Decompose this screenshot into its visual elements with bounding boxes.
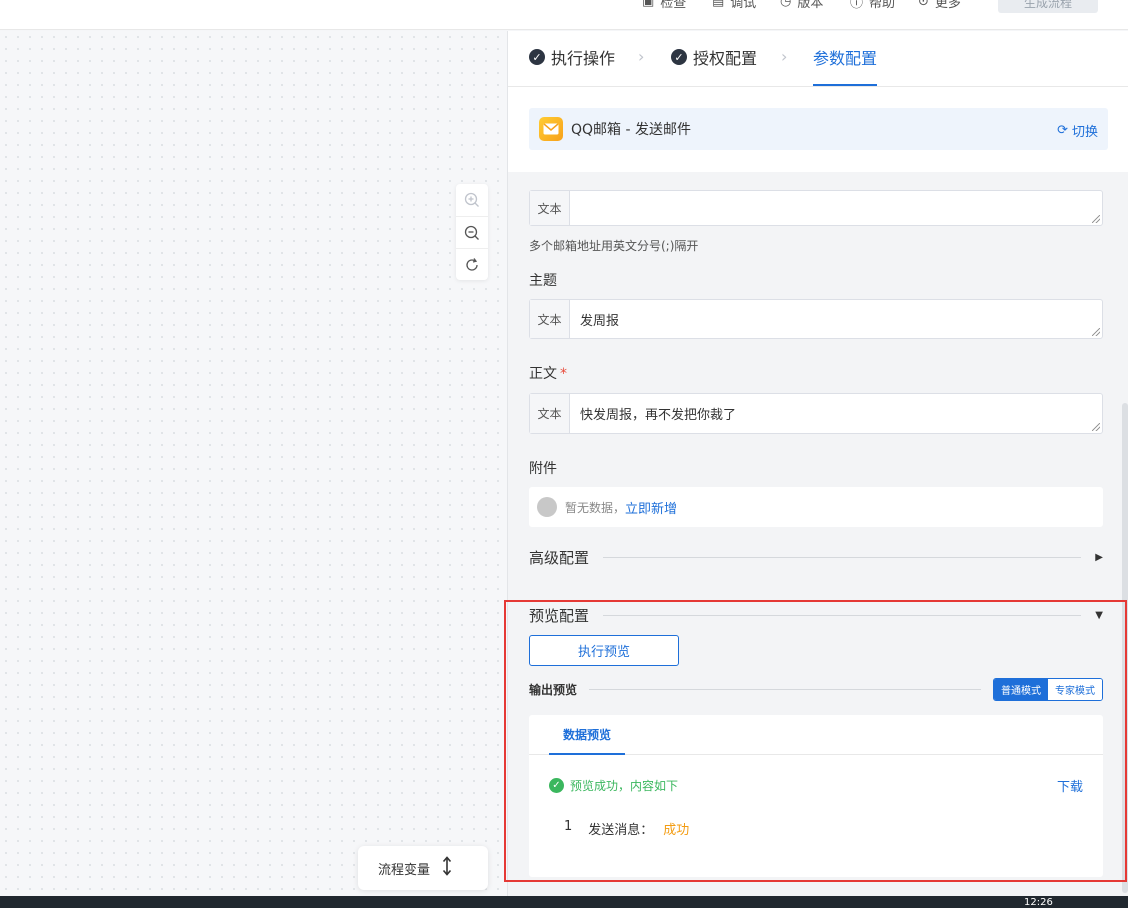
chevron-right-icon: › [781,47,788,66]
os-taskbar: 12:26 [0,896,1128,908]
resize-vertical-icon [442,856,452,880]
switch-app-button[interactable]: ⟳ 切换 [1057,121,1098,140]
divider [603,557,1082,558]
body-field[interactable]: 文本 快发周报，再不发把你裁了 [529,393,1103,434]
top-toolbar: ▣ 检查 ▤ 调试 ◷ 版本 ⓘ 帮助 ⊙ 更多 生成流程 [0,0,1128,30]
app-card: QQ邮箱 - 发送邮件 ⟳ 切换 [529,108,1108,150]
help-icon: ⓘ [850,0,864,11]
recipient-field[interactable]: 文本 [529,190,1103,226]
type-tag: 文本 [530,300,570,338]
advanced-config-toggle[interactable]: 高级配置 ▶ [529,547,1103,568]
step-params[interactable]: 参数配置 [813,45,877,69]
flow-variables-button[interactable]: 流程变量 [358,846,488,890]
refresh-icon: ⟳ [1057,123,1068,138]
app-section: QQ邮箱 - 发送邮件 ⟳ 切换 [508,87,1128,172]
step-auth[interactable]: ✓ 授权配置 [671,45,757,69]
zoom-in-icon[interactable] [456,184,488,216]
zoom-out-icon[interactable] [456,216,488,248]
annotation-highlight-box [504,600,1127,882]
subject-field[interactable]: 文本 发周报 [529,299,1103,339]
body-label: 正文 * [529,366,567,382]
subject-input[interactable]: 发周报 [570,300,1102,338]
type-tag: 文本 [530,394,570,433]
mail-icon [539,117,563,141]
toolbar-more[interactable]: ⊙ 更多 [918,0,961,11]
publish-button[interactable]: 生成流程 [998,0,1098,13]
recipient-hint: 多个邮箱地址用英文分号(;)隔开 [529,239,699,253]
chevron-right-icon: › [638,47,645,66]
caret-right-icon: ▶ [1095,552,1103,563]
type-tag: 文本 [530,191,570,225]
recipient-input[interactable] [570,191,1102,225]
empty-avatar-icon [537,497,557,517]
clock: 12:26 [1024,897,1053,908]
toolbar-check[interactable]: ▣ 检查 [642,0,686,11]
resize-grip-icon [1092,215,1100,223]
check-circle-icon: ✓ [529,49,545,65]
reset-view-icon[interactable] [456,248,488,280]
attachment-box: 暂无数据， 立即新增 [529,487,1103,527]
subject-label: 主题 [529,273,557,289]
toolbar-help[interactable]: ⓘ 帮助 [850,0,895,11]
active-step-underline [813,84,877,86]
step-execute[interactable]: ✓ 执行操作 [529,45,615,69]
history-icon: ◷ [780,0,792,9]
body-input[interactable]: 快发周报，再不发把你裁了 [570,394,1102,433]
check-icon: ▣ [642,0,655,9]
debug-icon: ▤ [712,0,725,9]
toolbar-debug[interactable]: ▤ 调试 [712,0,756,11]
zoom-controls [456,184,488,280]
attachment-label: 附件 [529,461,557,477]
steps-bar: ✓ 执行操作 › ✓ 授权配置 › 参数配置 [508,31,1128,87]
resize-grip-icon [1092,328,1100,336]
flow-canvas[interactable] [0,31,507,896]
resize-grip-icon [1092,423,1100,431]
add-attachment-link[interactable]: 立即新增 [625,498,677,517]
app-name: QQ邮箱 - 发送邮件 [571,122,691,138]
more-icon: ⊙ [918,0,929,9]
check-circle-icon: ✓ [671,49,687,65]
toolbar-version[interactable]: ◷ 版本 [780,0,823,11]
